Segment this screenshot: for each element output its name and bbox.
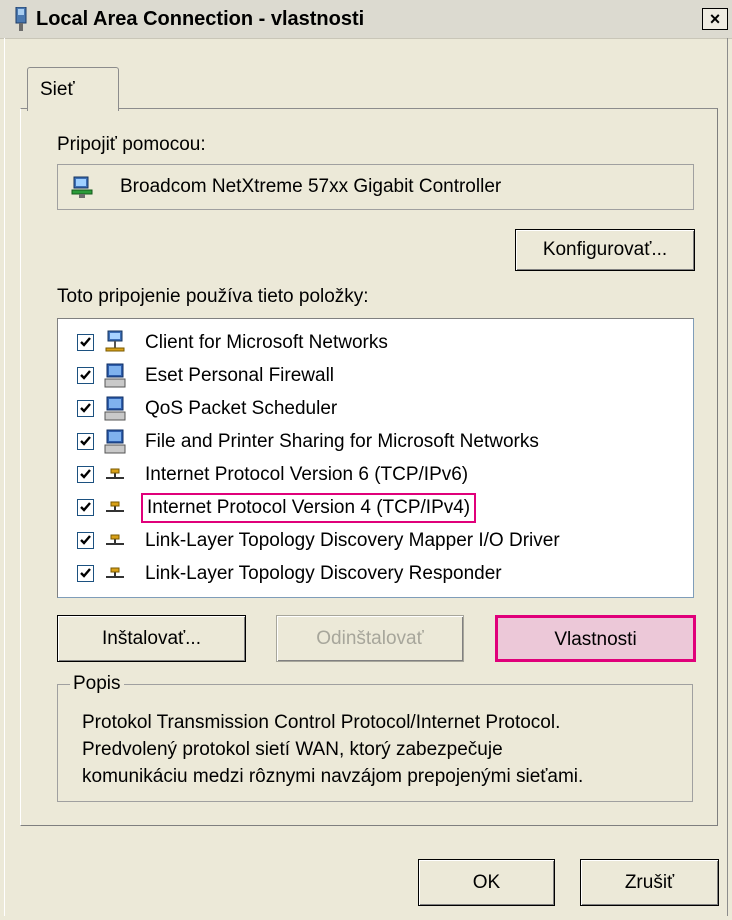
- network-adapter-icon: [71, 176, 93, 198]
- uninstall-label: Odinštalovať: [316, 628, 424, 649]
- item-label: Client for Microsoft Networks: [145, 332, 388, 353]
- install-button[interactable]: Inštalovať...: [57, 615, 246, 662]
- uninstall-button[interactable]: Odinštalovať: [276, 615, 464, 662]
- adapter-name: Broadcom NetXtreme 57xx Gigabit Controll…: [120, 176, 502, 197]
- list-item-lltd-responder[interactable]: Link-Layer Topology Discovery Responder: [58, 558, 688, 590]
- tab-network[interactable]: Sieť: [27, 67, 119, 111]
- protocol-icon: [106, 567, 124, 578]
- item-label: File and Printer Sharing for Microsoft N…: [145, 431, 539, 452]
- list-item-lltd-mapper[interactable]: Link-Layer Topology Discovery Mapper I/O…: [58, 525, 688, 557]
- list-item-file-and-printer-sharing[interactable]: File and Printer Sharing for Microsoft N…: [58, 426, 688, 458]
- install-label: Inštalovať...: [101, 628, 201, 649]
- protocol-icon: [106, 534, 124, 545]
- adapter-field: Broadcom NetXtreme 57xx Gigabit Controll…: [57, 164, 694, 210]
- list-item-ipv6[interactable]: Internet Protocol Version 6 (TCP/IPv6): [58, 459, 688, 491]
- description-group: Popis Protokol Transmission Control Prot…: [57, 673, 693, 802]
- item-label: Eset Personal Firewall: [145, 365, 335, 386]
- checkbox[interactable]: [77, 433, 94, 450]
- configure-button[interactable]: Konfigurovať...: [515, 229, 695, 271]
- components-list[interactable]: Client for Microsoft Networks Eset Perso…: [57, 318, 694, 598]
- list-item-ipv4[interactable]: Internet Protocol Version 4 (TCP/IPv4): [58, 492, 688, 524]
- cancel-label: Zrušiť: [624, 872, 675, 893]
- checkbox[interactable]: [77, 565, 94, 582]
- description-legend: Popis: [70, 673, 124, 695]
- checkbox[interactable]: [77, 532, 94, 549]
- ok-button[interactable]: OK: [418, 859, 555, 906]
- computer-service-icon: [104, 363, 126, 388]
- checkbox[interactable]: [77, 466, 94, 483]
- configure-label: Konfigurovať...: [542, 239, 668, 260]
- computer-service-icon: [104, 429, 126, 454]
- network-connection-icon: [15, 7, 27, 31]
- checkbox[interactable]: [77, 334, 94, 351]
- title-bar[interactable]: Local Area Connection - vlastnosti ×: [0, 0, 732, 39]
- protocol-icon: [106, 468, 124, 479]
- list-item-qos-packet-scheduler[interactable]: QoS Packet Scheduler: [58, 393, 688, 425]
- connect-using-label: Pripojiť pomocou:: [57, 134, 206, 155]
- ok-label: OK: [472, 872, 501, 893]
- window-title: Local Area Connection - vlastnosti: [36, 8, 365, 30]
- list-item-eset-personal-firewall[interactable]: Eset Personal Firewall: [58, 360, 688, 392]
- item-label: Internet Protocol Version 4 (TCP/IPv4): [141, 493, 477, 523]
- computer-service-icon: [104, 396, 126, 421]
- item-label: Link-Layer Topology Discovery Mapper I/O…: [145, 530, 560, 551]
- components-label: Toto pripojenie používa tieto položky:: [57, 286, 369, 307]
- properties-label: Vlastnosti: [554, 629, 637, 650]
- cancel-button[interactable]: Zrušiť: [580, 859, 719, 906]
- item-label: Link-Layer Topology Discovery Responder: [145, 563, 502, 584]
- checkbox[interactable]: [77, 400, 94, 417]
- checkbox[interactable]: [77, 499, 94, 516]
- checkbox[interactable]: [77, 367, 94, 384]
- list-item-client-for-microsoft-networks[interactable]: Client for Microsoft Networks: [58, 327, 688, 359]
- item-label: QoS Packet Scheduler: [145, 398, 338, 419]
- properties-button[interactable]: Vlastnosti: [495, 615, 696, 662]
- network-client-icon: [105, 330, 125, 352]
- tab-label: Sieť: [40, 79, 75, 100]
- protocol-icon: [106, 501, 124, 512]
- item-label: Internet Protocol Version 6 (TCP/IPv6): [145, 464, 469, 485]
- close-button[interactable]: ×: [702, 8, 728, 30]
- description-text: Protokol Transmission Control Protocol/I…: [82, 712, 584, 787]
